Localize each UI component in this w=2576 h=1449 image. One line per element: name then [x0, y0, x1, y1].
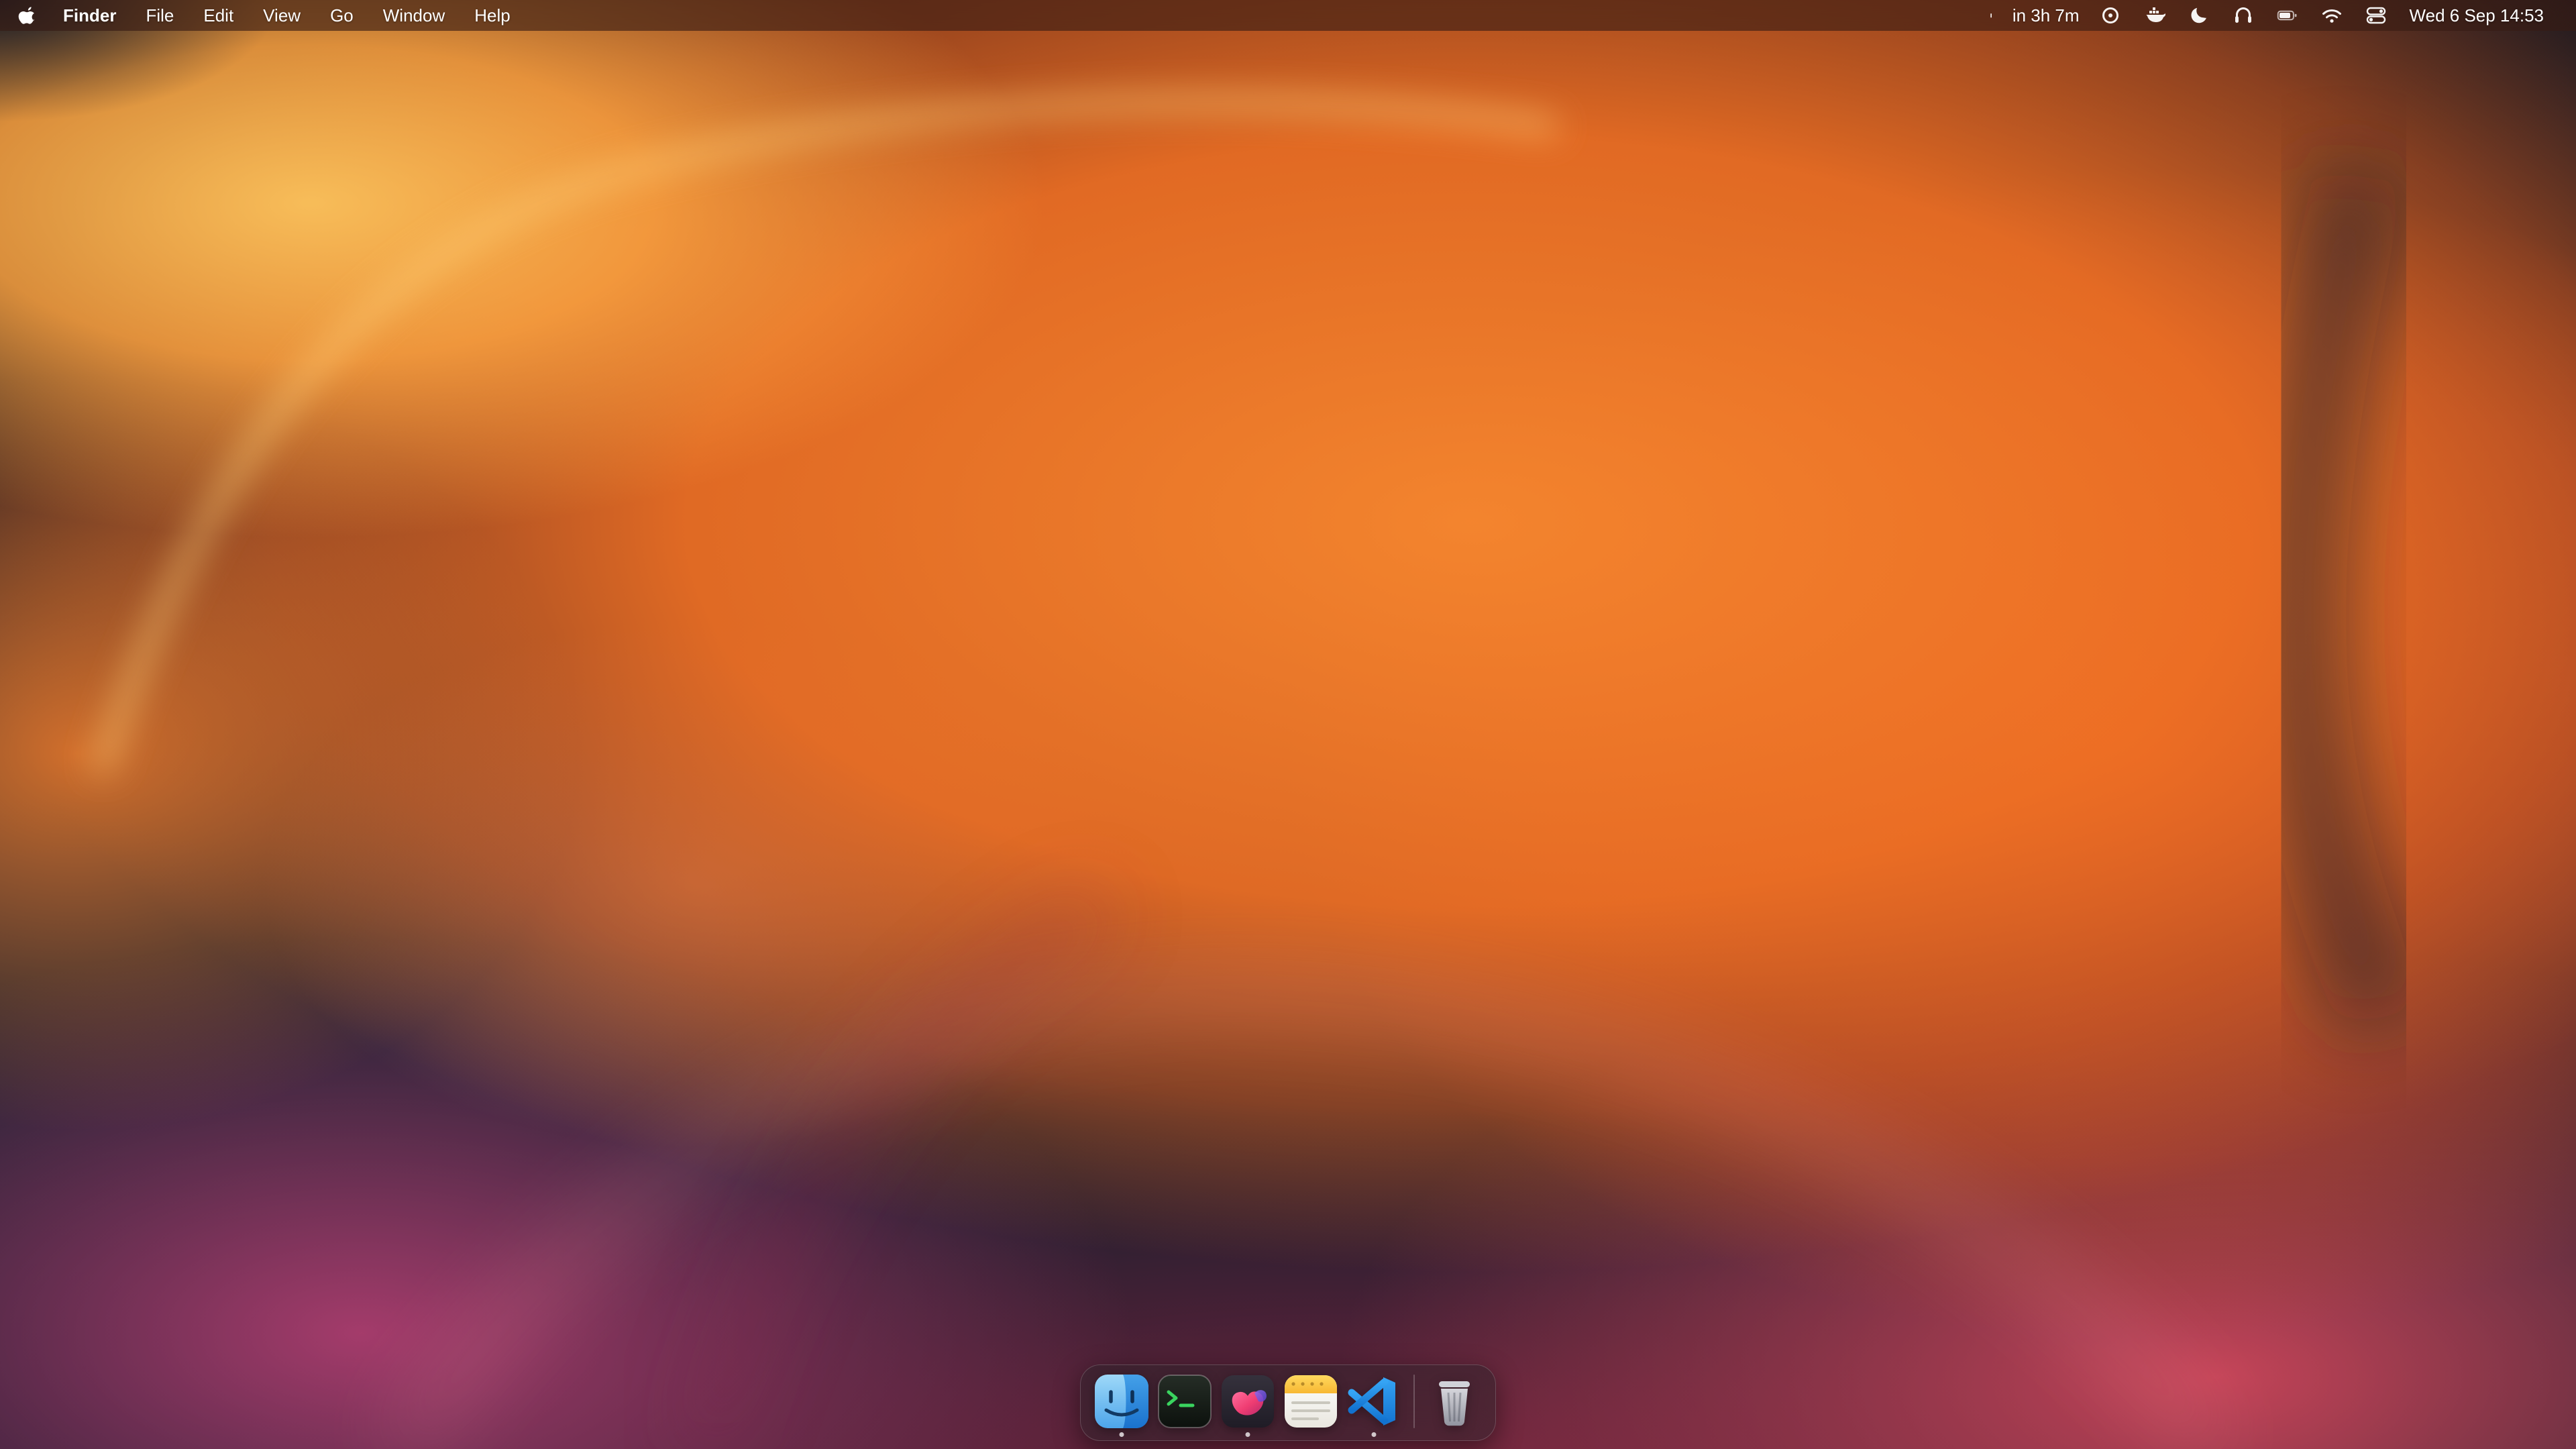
dock-item-trash[interactable] [1426, 1373, 1483, 1430]
apple-menu-icon[interactable] [17, 5, 38, 25]
dock [1080, 1364, 1496, 1441]
timer-bar-icon[interactable] [1987, 4, 1995, 27]
timer-countdown-text[interactable]: in 3h 7m [2012, 5, 2080, 26]
dock-item-pink-app[interactable] [1220, 1373, 1276, 1430]
terminal-icon [1157, 1373, 1213, 1430]
menu-item-edit[interactable]: Edit [203, 5, 233, 26]
dock-item-vscode[interactable] [1346, 1373, 1402, 1430]
menu-bar-left: Finder File Edit View Go Window Help [17, 5, 511, 26]
focus-moon-icon[interactable] [2186, 4, 2212, 27]
running-indicator [1120, 1432, 1124, 1437]
desktop-screen: Finder File Edit View Go Window Help in … [0, 0, 2576, 1449]
docker-whale-icon[interactable] [2141, 4, 2168, 27]
battery-icon[interactable] [2274, 4, 2301, 27]
wifi-icon[interactable] [2318, 4, 2345, 27]
ring-status-icon[interactable] [2097, 4, 2124, 27]
control-center-icon[interactable] [2363, 4, 2390, 27]
menu-item-view[interactable]: View [263, 5, 301, 26]
running-indicator [1246, 1432, 1250, 1437]
menu-item-help[interactable]: Help [474, 5, 510, 26]
trash-icon [1426, 1373, 1483, 1430]
vscode-icon [1346, 1373, 1402, 1430]
menu-item-file[interactable]: File [146, 5, 174, 26]
menu-item-window[interactable]: Window [383, 5, 445, 26]
pink-app-icon [1220, 1373, 1276, 1430]
menu-bar: Finder File Edit View Go Window Help in … [0, 0, 2576, 31]
dock-separator [1413, 1375, 1415, 1428]
notes-icon [1283, 1373, 1339, 1430]
desktop-wallpaper [0, 0, 2576, 1449]
dock-item-finder[interactable] [1093, 1373, 1150, 1430]
active-app-name[interactable]: Finder [63, 5, 116, 26]
dock-item-terminal[interactable] [1157, 1373, 1213, 1430]
finder-icon [1093, 1373, 1150, 1430]
headphones-icon[interactable] [2230, 4, 2257, 27]
wallpaper-petal-accents [0, 0, 2576, 1449]
menu-item-go[interactable]: Go [330, 5, 354, 26]
dock-item-notes[interactable] [1283, 1373, 1339, 1430]
running-indicator [1372, 1432, 1377, 1437]
menu-bar-status-area: in 3h 7m [1987, 4, 2544, 27]
menu-bar-clock[interactable]: Wed 6 Sep 14:53 [2410, 5, 2544, 26]
